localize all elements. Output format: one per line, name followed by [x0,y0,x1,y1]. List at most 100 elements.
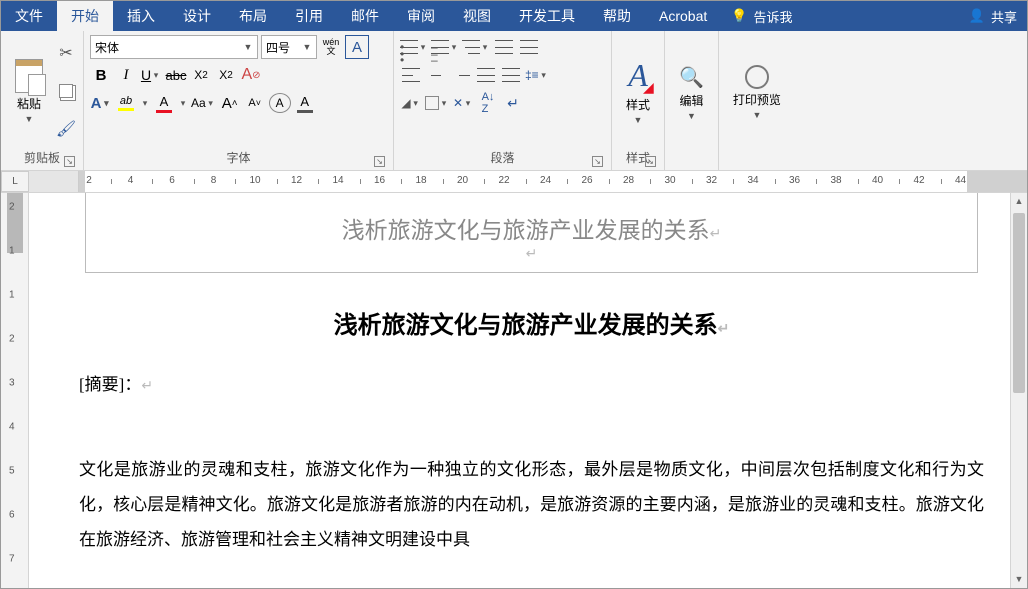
change-case-button[interactable]: Aa▾ [191,91,216,115]
dialog-launcher-icon[interactable]: ↘ [592,156,603,167]
styles-button[interactable]: A◢ 样式 ▼ [618,35,658,147]
print-preview-label: 打印预览 [733,91,781,108]
chevron-down-icon: ▼ [752,110,762,120]
word-window: 文件 开始 插入 设计 布局 引用 邮件 审阅 视图 开发工具 帮助 Acrob… [0,0,1028,589]
bold-button[interactable]: B [90,63,112,87]
align-left-button[interactable] [400,63,422,87]
align-left-icon [402,68,420,82]
tab-developer[interactable]: 开发工具 [505,1,589,31]
indent-icon [520,40,538,54]
tab-help[interactable]: 帮助 [589,1,645,31]
font-family-value: 宋体 [95,39,243,56]
tab-acrobat[interactable]: Acrobat [645,1,721,31]
scroll-thumb[interactable] [1013,213,1025,393]
italic-button[interactable]: I [115,63,137,87]
font-family-select[interactable]: 宋体▼ [90,35,258,59]
group-clipboard: 粘贴 ▼ ✂ 🖌 剪贴板 ↘ [1,31,84,170]
shrink-font-button[interactable]: A˅ [244,91,266,115]
magnifier-icon: 🔍 [679,65,704,90]
char-border-button[interactable]: A [345,35,369,59]
border-icon [425,96,439,110]
horizontal-ruler: L 24681012141618202224262830323436384042… [1,171,1027,193]
grow-font-button[interactable]: A˄ [219,91,241,115]
dialog-launcher-icon[interactable]: ↘ [645,156,656,167]
print-preview-button[interactable]: 打印预览 ▼ [725,35,789,150]
justify-button[interactable] [475,63,497,87]
line-spacing-button[interactable]: ‡≡▾ [525,63,549,87]
share-button[interactable]: 👤 共享 [959,1,1027,31]
paste-button[interactable]: 粘贴 ▼ [7,35,51,147]
vertical-ruler[interactable]: 211234567 [1,193,29,588]
group-print-preview: 打印预览 ▼ [719,31,795,170]
font-group-label: 字体 ↘ [90,147,387,170]
scissors-icon: ✂ [59,43,72,63]
paste-label: 粘贴 [17,95,41,112]
tab-selector[interactable]: L [1,171,29,192]
clipboard-group-label: 剪贴板 ↘ [7,147,77,170]
phonetic-guide-button[interactable]: wén文 [320,35,342,59]
paragraph-mark-icon: ↵ [526,245,538,261]
header-title-text: 浅析旅游文化与旅游产业发展的关系 [342,218,710,243]
multilevel-list-button[interactable]: ▾ [462,35,490,59]
tab-home[interactable]: 开始 [57,1,113,31]
align-right-icon [452,68,470,82]
underline-button[interactable]: U▾ [140,63,162,87]
vertical-scrollbar[interactable]: ▲ ▼ [1010,193,1027,588]
highlight-button[interactable]: ab [115,91,137,115]
distributed-button[interactable] [500,63,522,87]
scroll-down-button[interactable]: ▼ [1011,571,1027,588]
shading-button[interactable]: ◢▾ [400,91,422,115]
group-font: 宋体▼ 四号▼ wén文 A B I U▾ abc X2 X2 [84,31,394,170]
scroll-up-button[interactable]: ▲ [1011,193,1027,210]
asian-layout-button[interactable]: ✕▾ [452,91,474,115]
char-shading-button[interactable]: A [294,91,316,115]
align-center-button[interactable] [425,63,447,87]
bullets-button[interactable]: ▾ [400,35,428,59]
tab-references[interactable]: 引用 [281,1,337,31]
dialog-launcher-icon[interactable]: ↘ [374,156,385,167]
numbering-button[interactable]: ▾ [431,35,459,59]
strikethrough-button[interactable]: abc [165,63,187,87]
font-size-select[interactable]: 四号▼ [261,35,317,59]
group-styles: A◢ 样式 ▼ 样式 ↘ [612,31,665,170]
tab-layout[interactable]: 布局 [225,1,281,31]
tab-view[interactable]: 视图 [449,1,505,31]
ribbon: 粘贴 ▼ ✂ 🖌 剪贴板 ↘ 宋体▼ [1,31,1027,171]
asian-layout-icon: ✕ [453,96,463,110]
bullets-icon [400,40,418,54]
tell-me[interactable]: 💡 告诉我 [721,1,802,31]
show-marks-button[interactable]: ↵ [502,91,524,115]
chevron-down-icon: ▼ [686,111,696,121]
increase-indent-button[interactable] [518,35,540,59]
font-color-button[interactable]: A [153,91,175,115]
borders-button[interactable]: ▾ [425,91,449,115]
cut-button[interactable]: ✂ [55,41,77,65]
body-paragraph: 文化是旅游业的灵魂和支柱，旅游文化作为一种独立的文化形态，最外层是物质文化，中间… [79,453,984,558]
tab-mailings[interactable]: 邮件 [337,1,393,31]
enclose-char-button[interactable]: A [269,93,291,113]
tab-design[interactable]: 设计 [169,1,225,31]
subscript-button[interactable]: X2 [190,63,212,87]
dialog-launcher-icon[interactable]: ↘ [64,156,75,167]
lightbulb-icon: 💡 [731,8,747,24]
styles-group-label: 样式 ↘ [618,147,658,170]
align-right-button[interactable] [450,63,472,87]
text-effects-button[interactable]: A▾ [90,91,112,115]
sort-button[interactable]: A↓Z [477,91,499,115]
align-center-icon [427,68,445,82]
decrease-indent-button[interactable] [493,35,515,59]
tab-insert[interactable]: 插入 [113,1,169,31]
document-header[interactable]: 浅析旅游文化与旅游产业发展的关系↵ ↵ [85,193,978,273]
tell-me-label: 告诉我 [753,7,792,26]
page-canvas[interactable]: 浅析旅游文化与旅游产业发展的关系↵ ↵ 浅析旅游文化与旅游产业发展的关系↵ [摘… [29,193,1010,588]
tab-review[interactable]: 审阅 [393,1,449,31]
format-painter-button[interactable]: 🖌 [55,117,77,141]
paragraph-mark-icon: ↵ [718,322,730,337]
styles-label: 样式 [626,96,650,113]
superscript-button[interactable]: X2 [215,63,237,87]
editing-button[interactable]: 🔍 编辑 ▼ [671,35,712,150]
tab-file[interactable]: 文件 [1,1,57,31]
clear-formatting-button[interactable]: A⊘ [240,63,262,87]
copy-button[interactable] [55,79,77,103]
ribbon-tabs: 文件 开始 插入 设计 布局 引用 邮件 审阅 视图 开发工具 帮助 Acrob… [1,1,1027,31]
